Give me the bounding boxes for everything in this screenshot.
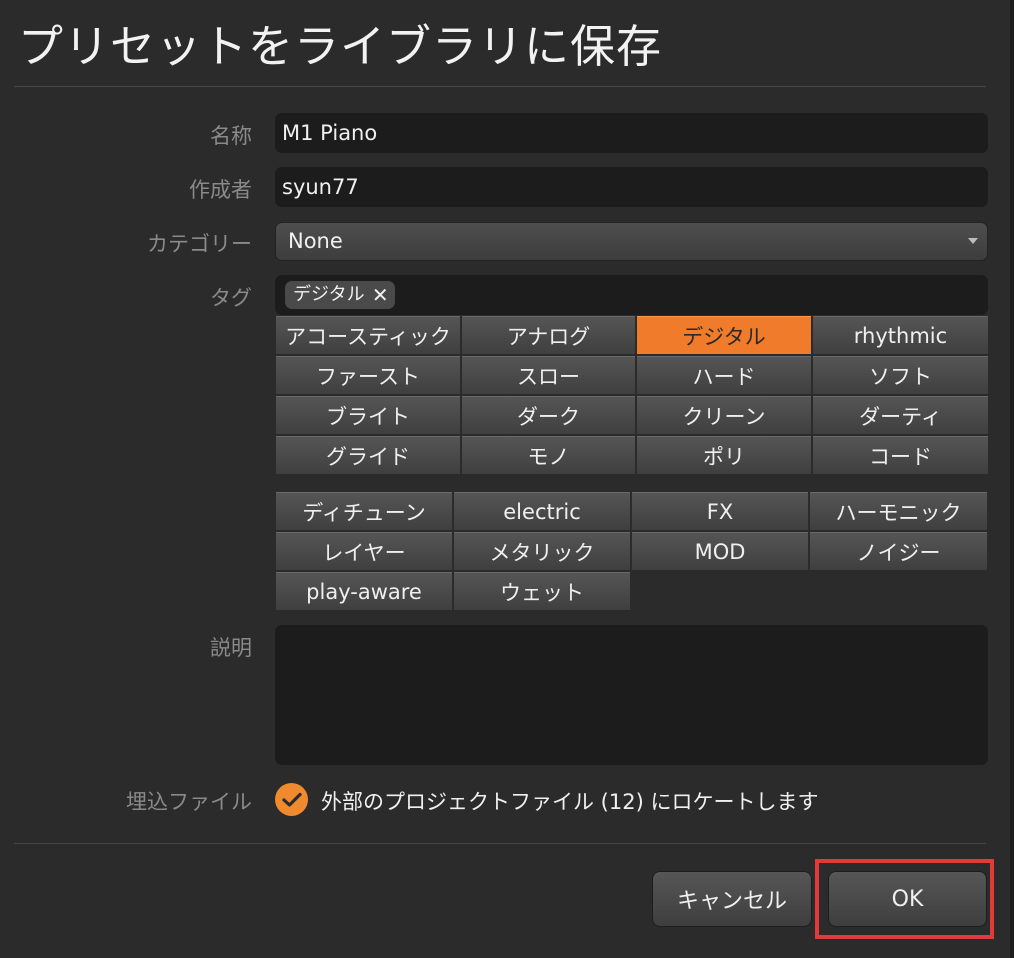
checkmark-icon (281, 792, 302, 807)
tag-button[interactable]: ウェット (454, 572, 630, 610)
tag-button[interactable]: ファースト (276, 356, 460, 394)
embed-files-text: 外部のプロジェクトファイル (12) にロケートします (321, 790, 819, 814)
tag-button[interactable]: デジタル (637, 316, 811, 354)
chevron-down-icon (968, 238, 978, 244)
author-field-value: syun77 (282, 175, 359, 199)
tag-button[interactable]: モノ (462, 436, 635, 474)
tag-button-grid-1: アコースティック アナログ デジタル rhythmic ファースト スロー ハード ソフトブラ… (276, 316, 988, 474)
ok-button[interactable]: OK (828, 871, 987, 927)
tags-label: タグ (210, 286, 252, 310)
name-label: 名称 (210, 124, 252, 148)
tag-button[interactable]: コード (813, 436, 988, 474)
tag-button[interactable]: クリーン (637, 396, 811, 434)
embed-files-checkbox[interactable] (275, 783, 308, 816)
divider (14, 86, 986, 87)
tag-button[interactable]: ダーク (462, 396, 635, 434)
tag-button[interactable]: ポリ (637, 436, 811, 474)
tag-button[interactable]: アナログ (462, 316, 635, 354)
name-field-value: M1 Piano (282, 121, 378, 145)
tag-button[interactable]: アコースティック (276, 316, 460, 354)
tag-button[interactable]: ブライト (276, 396, 460, 434)
tag-button[interactable]: ハーモニック (810, 492, 987, 530)
tag-button[interactable]: スロー (462, 356, 635, 394)
tag-button[interactable]: FX (632, 492, 808, 530)
tag-button[interactable]: グライド (276, 436, 460, 474)
cancel-button[interactable]: キャンセル (652, 871, 812, 927)
tag-button[interactable]: メタリック (454, 532, 630, 570)
tag-button[interactable]: ハード (637, 356, 811, 394)
selected-tag-label: デジタル (293, 284, 365, 305)
tag-button[interactable]: rhythmic (813, 316, 988, 354)
tag-button[interactable]: ノイジー (810, 532, 987, 570)
tag-button-grid-2: ディチューン electric FX ハーモニックレイヤー メタリック MOD ノイジー pl… (276, 492, 987, 610)
category-select-value: None (288, 229, 343, 253)
tag-button[interactable]: ソフト (813, 356, 988, 394)
author-field[interactable]: syun77 (275, 167, 988, 207)
tag-button[interactable]: MOD (632, 532, 808, 570)
divider (14, 843, 986, 844)
name-field[interactable]: M1 Piano (275, 113, 988, 153)
description-label: 説明 (210, 636, 252, 660)
embed-files-label: 埋込ファイル (126, 790, 252, 814)
tag-button[interactable]: ダーティ (813, 396, 988, 434)
tag-button[interactable]: レイヤー (276, 532, 452, 570)
description-field[interactable] (275, 625, 988, 765)
close-icon[interactable]: ✕ (372, 281, 389, 309)
author-label: 作成者 (189, 178, 252, 202)
tag-button[interactable]: play-aware (276, 572, 452, 610)
category-label: カテゴリー (147, 232, 252, 256)
dialog-title: プリセットをライブラリに保存 (18, 20, 663, 73)
save-preset-dialog: プリセットをライブラリに保存 名称 M1 Piano 作成者 syun77 カテ… (0, 0, 1014, 958)
tag-button[interactable]: electric (454, 492, 630, 530)
category-select[interactable]: None (275, 222, 988, 261)
selected-tag-chip: デジタル ✕ (285, 281, 395, 309)
tag-button[interactable]: ディチューン (276, 492, 452, 530)
